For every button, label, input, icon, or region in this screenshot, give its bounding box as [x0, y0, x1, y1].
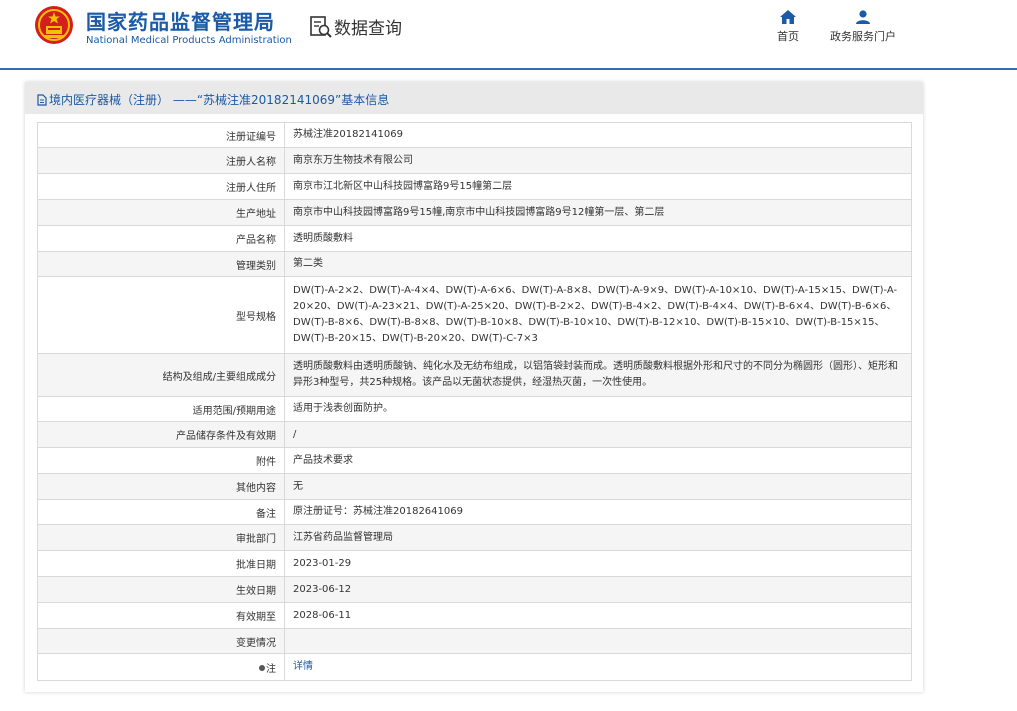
data-query-icon	[310, 16, 332, 38]
nav-home-label: 首页	[777, 30, 799, 43]
intended-use-value: 适用于浅表创面防护。	[284, 396, 912, 422]
row-label: 产品储存条件及有效期	[37, 421, 285, 448]
table-row: 有效期至 2028-06-11	[37, 602, 912, 629]
panel-header: 境内医疗器械（注册） ——“苏械注准20182141069”基本信息	[25, 82, 923, 114]
model-spec-value: DW(T)-A-2×2、DW(T)-A-4×4、DW(T)-A-6×6、DW(T…	[284, 276, 912, 354]
row-label: 注	[266, 663, 276, 675]
table-row: 产品储存条件及有效期 /	[37, 421, 912, 448]
table-row: 备注 原注册证号：苏械注准20182641069	[37, 499, 912, 525]
attachment-value: 产品技术要求	[284, 447, 912, 474]
registrant-name-value: 南京东万生物技术有限公司	[284, 147, 912, 174]
note-cell: 详情	[284, 653, 912, 681]
row-label: 注册证编号	[37, 122, 285, 148]
other-content-value: 无	[284, 473, 912, 500]
approval-department-value: 江苏省药品监督管理局	[284, 524, 912, 551]
row-label: 注册人住所	[37, 173, 285, 200]
table-row: 生产地址 南京市中山科技园博富路9号15幢,南京市中山科技园博富路9号12幢第一…	[37, 199, 912, 226]
pin-icon	[259, 664, 265, 671]
header-divider	[0, 68, 1017, 70]
details-link[interactable]: 详情	[293, 661, 313, 672]
row-label: 附件	[37, 447, 285, 474]
nav-home[interactable]: 首页	[748, 10, 828, 44]
row-label: 批准日期	[37, 550, 285, 577]
document-icon	[37, 94, 47, 106]
table-row: 附件 产品技术要求	[37, 447, 912, 474]
remarks-value: 原注册证号：苏械注准20182641069	[284, 499, 912, 525]
row-label: 注册人名称	[37, 147, 285, 174]
row-label: 其他内容	[37, 473, 285, 500]
table-row: 变更情况	[37, 628, 912, 654]
row-label: 变更情况	[37, 628, 285, 654]
national-emblem-icon	[35, 6, 73, 44]
row-label: 型号规格	[37, 276, 285, 354]
row-label: 管理类别	[37, 251, 285, 277]
user-icon	[856, 10, 870, 24]
storage-value: /	[284, 421, 912, 448]
detail-panel: 境内医疗器械（注册） ——“苏械注准20182141069”基本信息 注册证编号…	[25, 82, 923, 692]
site-subtitle: National Medical Products Administration	[86, 35, 292, 46]
product-name-value: 透明质酸敷料	[284, 225, 912, 252]
registrant-address-value: 南京市江北新区中山科技园博富路9号15幢第二层	[284, 173, 912, 200]
table-row: 注册证编号 苏械注准20182141069	[37, 122, 912, 148]
panel-title: 境内医疗器械（注册） ——“苏械注准20182141069”基本信息	[37, 91, 389, 108]
note-label-cell: 注	[37, 653, 285, 681]
table-row: 注册人住所 南京市江北新区中山科技园博富路9号15幢第二层	[37, 173, 912, 200]
effective-date-value: 2023-06-12	[284, 576, 912, 603]
row-label: 产品名称	[37, 225, 285, 252]
expiry-date-value: 2028-06-11	[284, 602, 912, 629]
change-history-value	[284, 628, 912, 654]
panel-title-text: 境内医疗器械（注册） ——“苏械注准20182141069”基本信息	[49, 93, 390, 107]
site-title: 国家药品监督管理局	[86, 10, 275, 34]
data-query-title: 数据查询	[334, 19, 402, 39]
table-row: 其他内容 无	[37, 473, 912, 500]
row-label: 审批部门	[37, 524, 285, 551]
table-row: 型号规格 DW(T)-A-2×2、DW(T)-A-4×4、DW(T)-A-6×6…	[37, 276, 912, 354]
row-label: 生产地址	[37, 199, 285, 226]
row-label: 结构及组成/主要组成成分	[37, 353, 285, 397]
approval-date-value: 2023-01-29	[284, 550, 912, 577]
registration-number-value: 苏械注准20182141069	[284, 122, 912, 148]
row-label: 生效日期	[37, 576, 285, 603]
management-category-value: 第二类	[284, 251, 912, 277]
table-row: 注 详情	[37, 653, 912, 681]
nav-portal-label: 政务服务门户	[830, 30, 896, 43]
table-row: 审批部门 江苏省药品监督管理局	[37, 524, 912, 551]
table-row: 管理类别 第二类	[37, 251, 912, 277]
table-row: 结构及组成/主要组成成分 透明质酸敷料由透明质酸钠、纯化水及无纺布组成，以铝箔袋…	[37, 353, 912, 397]
nav-service-portal[interactable]: 政务服务门户	[823, 10, 903, 44]
table-row: 生效日期 2023-06-12	[37, 576, 912, 603]
table-row: 产品名称 透明质酸敷料	[37, 225, 912, 252]
row-label: 有效期至	[37, 602, 285, 629]
composition-value: 透明质酸敷料由透明质酸钠、纯化水及无纺布组成，以铝箔袋封装而成。透明质酸敷料根据…	[284, 353, 912, 397]
row-label: 适用范围/预期用途	[37, 396, 285, 422]
registration-info-table: 注册证编号 苏械注准20182141069 注册人名称 南京东万生物技术有限公司…	[37, 122, 912, 681]
table-row: 注册人名称 南京东万生物技术有限公司	[37, 147, 912, 174]
row-label: 备注	[37, 499, 285, 525]
production-address-value: 南京市中山科技园博富路9号15幢,南京市中山科技园博富路9号12幢第一层、第二层	[284, 199, 912, 226]
table-row: 批准日期 2023-01-29	[37, 550, 912, 577]
home-icon	[780, 10, 796, 24]
table-row: 适用范围/预期用途 适用于浅表创面防护。	[37, 396, 912, 422]
site-header: 国家药品监督管理局 National Medical Products Admi…	[0, 0, 1017, 70]
